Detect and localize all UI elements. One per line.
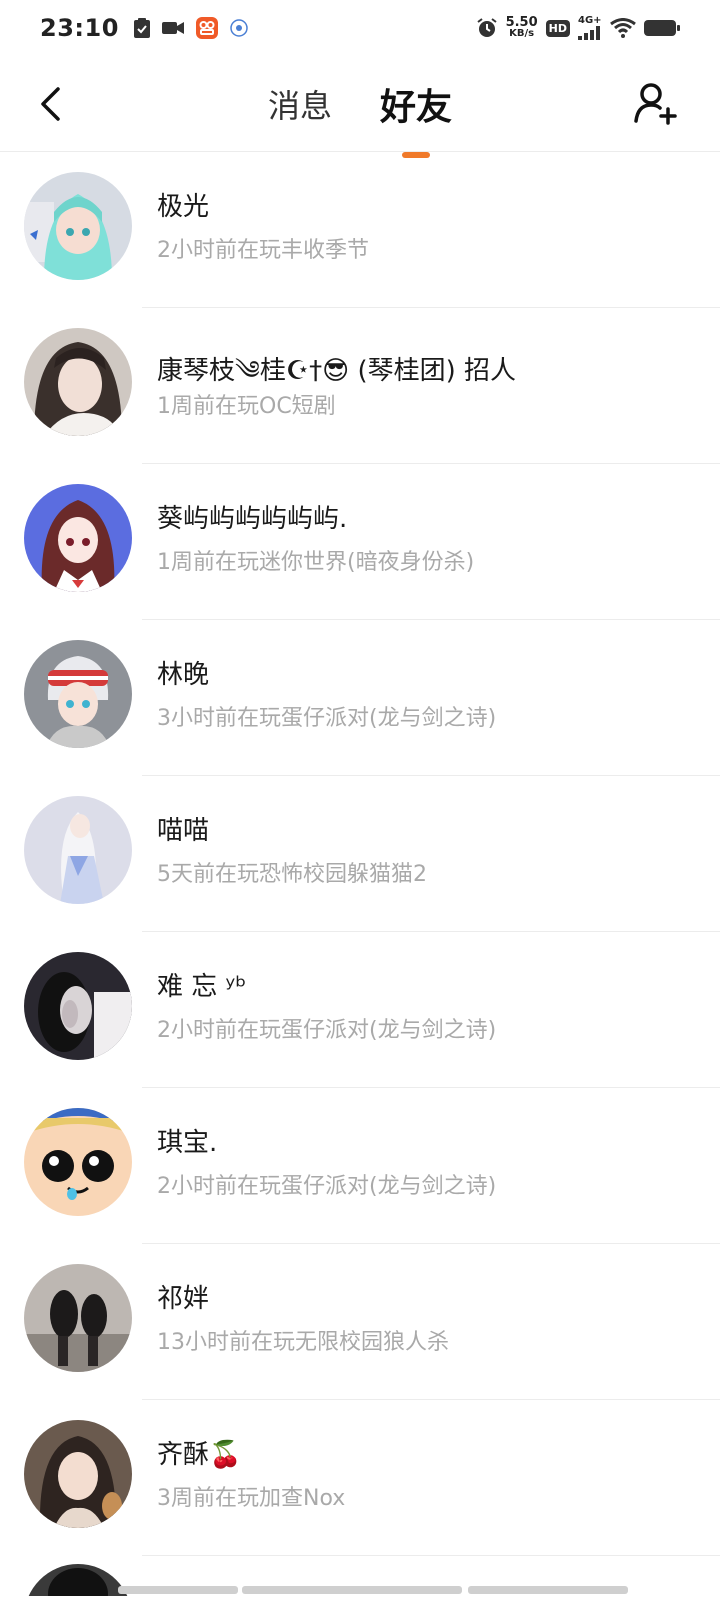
friend-status: 3小时前在玩蛋仔派对(龙与剑之诗)	[157, 706, 497, 731]
video-camera-icon	[161, 19, 185, 37]
tab-messages-label: 消息	[267, 87, 332, 125]
truncated-text	[468, 1586, 628, 1594]
status-time: 23:10	[40, 14, 119, 42]
friend-name: 难 忘 ʸᵇ	[157, 972, 247, 1002]
network-speed: 5.50 KB/s	[505, 15, 538, 39]
friend-status: 3周前在玩加查Nox	[157, 1486, 346, 1511]
friend-name: 葵屿屿屿屿屿屿.	[157, 504, 348, 534]
avatar	[24, 796, 132, 904]
friend-status: 1周前在玩OC短剧	[157, 394, 336, 419]
status-bar-left: 23:10	[40, 14, 249, 42]
friend-name: 齐酥🍒	[157, 1440, 242, 1470]
friend-row[interactable]: 极光 2小时前在玩丰收季节	[0, 152, 720, 308]
friend-status: 1周前在玩迷你世界(暗夜身份杀)	[157, 550, 475, 575]
wifi-icon	[610, 18, 636, 38]
friend-status: 2小时前在玩蛋仔派对(龙与剑之诗)	[157, 1174, 497, 1199]
friend-row[interactable]: 齐酥🍒 3周前在玩加查Nox	[0, 1400, 720, 1556]
tab-bar: 消息 好友	[0, 56, 720, 158]
friend-name: 林晚	[157, 660, 210, 690]
status-bar: 23:10 5.50 KB/s HD 4G+	[0, 0, 720, 56]
network-speed-value: 5.50	[505, 15, 538, 30]
truncated-text	[242, 1586, 462, 1594]
avatar	[24, 952, 132, 1060]
friend-name: 喵喵	[157, 816, 210, 846]
add-friend-button[interactable]	[630, 78, 680, 128]
avatar	[24, 1564, 132, 1596]
friend-name: 琪宝.	[157, 1128, 218, 1158]
friend-status: 5天前在玩恐怖校园躲猫猫2	[157, 862, 427, 887]
avatar	[24, 484, 132, 592]
avatar	[24, 1108, 132, 1216]
friend-status: 2小时前在玩蛋仔派对(龙与剑之诗)	[157, 1018, 497, 1043]
friend-row[interactable]: 林晚 3小时前在玩蛋仔派对(龙与剑之诗)	[0, 620, 720, 776]
friend-row[interactable]: 琪宝. 2小时前在玩蛋仔派对(龙与剑之诗)	[0, 1088, 720, 1244]
avatar	[24, 172, 132, 280]
friend-name: 祁姅	[157, 1284, 210, 1314]
truncated-text	[118, 1586, 238, 1594]
add-user-icon	[634, 83, 677, 125]
cellular-signal: 4G+	[578, 16, 602, 40]
friend-row[interactable]: 康琴枝༄桂☪︎†😎 (琴桂团) 招人 1周前在玩OC短剧	[0, 308, 720, 464]
tab-friends[interactable]: 好友	[374, 78, 458, 158]
friend-name: 极光	[157, 192, 210, 222]
avatar	[24, 640, 132, 748]
friend-row[interactable]: 葵屿屿屿屿屿屿. 1周前在玩迷你世界(暗夜身份杀)	[0, 464, 720, 620]
avatar	[24, 1264, 132, 1372]
network-speed-unit: KB/s	[509, 28, 535, 39]
status-bar-right: 5.50 KB/s HD 4G+	[476, 16, 680, 40]
alarm-icon	[476, 17, 498, 39]
friend-row[interactable]: 难 忘 ʸᵇ 2小时前在玩蛋仔派对(龙与剑之诗)	[0, 932, 720, 1088]
circle-badge-icon	[229, 18, 249, 38]
app-notification-icon	[195, 16, 219, 40]
friend-status: 13小时前在玩无限校园狼人杀	[157, 1330, 449, 1355]
friend-status: 2小时前在玩丰收季节	[157, 238, 369, 263]
friend-row[interactable]: 喵喵 5天前在玩恐怖校园躲猫猫2	[0, 776, 720, 932]
avatar	[24, 328, 132, 436]
network-type-label: 4G+	[578, 15, 602, 26]
hd-badge: HD	[545, 19, 570, 37]
tab-messages[interactable]: 消息	[262, 81, 338, 127]
friend-list: 极光 2小时前在玩丰收季节 康琴枝༄桂☪︎†😎 (琴桂团) 招人 1周前在玩OC…	[0, 152, 720, 1596]
avatar	[24, 1420, 132, 1528]
friend-row[interactable]: 祁姅 13小时前在玩无限校园狼人杀	[0, 1244, 720, 1400]
tab-friends-label: 好友	[380, 87, 453, 128]
friend-row-partial[interactable]	[0, 1556, 720, 1596]
task-check-icon	[133, 17, 151, 39]
battery-icon	[644, 18, 680, 38]
signal-bars-icon	[578, 26, 600, 40]
top-navigation-bar: 消息 好友	[0, 56, 720, 158]
